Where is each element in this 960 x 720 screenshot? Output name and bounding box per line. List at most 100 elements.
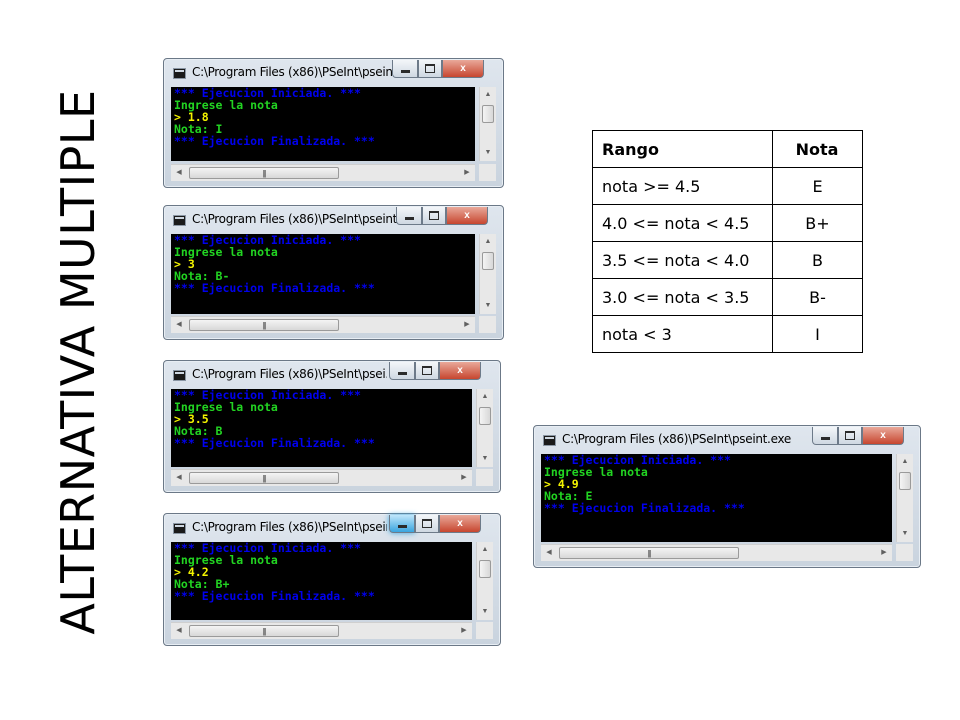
- minimize-button[interactable]: [392, 60, 418, 78]
- vertical-scrollbar[interactable]: ▲ ▼: [476, 542, 493, 620]
- close-icon: x: [457, 518, 463, 529]
- horizontal-scrollbar[interactable]: ◀ ||| ▶: [171, 622, 472, 639]
- scroll-thumb[interactable]: |||: [189, 319, 339, 331]
- console-app-icon: [173, 523, 186, 534]
- console-window-3[interactable]: C:\Program Files (x86)\PSeInt\psei... x …: [163, 360, 501, 493]
- minimize-button[interactable]: [389, 362, 415, 380]
- scroll-left-arrow-icon[interactable]: ◀: [541, 545, 557, 561]
- scroll-thumb[interactable]: [482, 252, 494, 270]
- close-button[interactable]: x: [439, 515, 481, 533]
- maximize-button[interactable]: [415, 362, 439, 380]
- minimize-icon: [397, 525, 407, 528]
- window-titlebar[interactable]: C:\Program Files (x86)\PSeInt\pseint.exe…: [164, 206, 503, 234]
- scroll-thumb[interactable]: [479, 407, 491, 425]
- scroll-up-arrow-icon[interactable]: ▲: [477, 389, 493, 405]
- close-button[interactable]: x: [862, 427, 904, 445]
- scroll-up-arrow-icon[interactable]: ▲: [477, 542, 493, 558]
- vertical-scrollbar[interactable]: ▲ ▼: [479, 234, 496, 314]
- maximize-button[interactable]: [422, 207, 446, 225]
- console-line: *** Ejecucion Finalizada. ***: [544, 501, 745, 515]
- maximize-icon: [845, 431, 855, 440]
- scroll-down-arrow-icon[interactable]: ▼: [480, 145, 496, 161]
- horizontal-scrollbar[interactable]: ◀ ||| ▶: [171, 164, 475, 181]
- console-output[interactable]: *** Ejecucion Iniciada. *** Ingrese la n…: [171, 542, 472, 620]
- console-line: *** Ejecucion Finalizada. ***: [174, 134, 375, 148]
- scroll-down-arrow-icon[interactable]: ▼: [477, 604, 493, 620]
- maximize-button[interactable]: [418, 60, 442, 78]
- scroll-thumb[interactable]: [899, 472, 911, 490]
- console-window-5[interactable]: C:\Program Files (x86)\PSeInt\pseint.exe…: [533, 425, 921, 568]
- console-window-1[interactable]: C:\Program Files (x86)\PSeInt\psein... x…: [163, 58, 504, 188]
- scroll-right-arrow-icon[interactable]: ▶: [876, 545, 892, 561]
- scroll-thumb[interactable]: |||: [189, 472, 339, 484]
- scroll-up-arrow-icon[interactable]: ▲: [897, 454, 913, 470]
- maximize-icon: [422, 366, 432, 375]
- minimize-button[interactable]: [812, 427, 838, 445]
- window-title: C:\Program Files (x86)\PSeInt\psein...: [192, 65, 392, 79]
- close-icon: x: [880, 430, 886, 441]
- scroll-up-arrow-icon[interactable]: ▲: [480, 234, 496, 250]
- window-titlebar[interactable]: C:\Program Files (x86)\PSeInt\psein... x: [164, 514, 500, 542]
- minimize-icon: [400, 70, 410, 73]
- console-output[interactable]: *** Ejecucion Iniciada. *** Ingrese la n…: [541, 454, 892, 542]
- console-output[interactable]: *** Ejecucion Iniciada. *** Ingrese la n…: [171, 389, 472, 467]
- window-title: C:\Program Files (x86)\PSeInt\pseint.exe: [562, 432, 791, 446]
- scroll-right-arrow-icon[interactable]: ▶: [459, 165, 475, 181]
- close-button[interactable]: x: [442, 60, 484, 78]
- resize-grip[interactable]: [896, 544, 913, 561]
- minimize-button[interactable]: [396, 207, 422, 225]
- horizontal-scrollbar[interactable]: ◀ ||| ▶: [171, 469, 472, 486]
- console-output[interactable]: *** Ejecucion Iniciada. *** Ingrese la n…: [171, 87, 475, 161]
- resize-grip[interactable]: [476, 622, 493, 639]
- console-line: Ingrese la nota: [174, 400, 278, 414]
- resize-grip[interactable]: [479, 164, 496, 181]
- scroll-thumb[interactable]: |||: [189, 625, 339, 637]
- resize-grip[interactable]: [476, 469, 493, 486]
- scroll-down-arrow-icon[interactable]: ▼: [480, 298, 496, 314]
- scroll-thumb[interactable]: |||: [189, 167, 339, 179]
- scroll-right-arrow-icon[interactable]: ▶: [456, 470, 472, 486]
- console-app-icon: [173, 68, 186, 79]
- horizontal-scrollbar[interactable]: ◀ ||| ▶: [541, 544, 892, 561]
- scroll-thumb[interactable]: [482, 105, 494, 123]
- page-title: ALTERNATIVA MULTIPLE: [51, 89, 105, 635]
- maximize-icon: [422, 519, 432, 528]
- close-button[interactable]: x: [446, 207, 488, 225]
- scroll-right-arrow-icon[interactable]: ▶: [459, 317, 475, 333]
- scroll-right-arrow-icon[interactable]: ▶: [456, 623, 472, 639]
- console-app-icon: [543, 435, 556, 446]
- scroll-left-arrow-icon[interactable]: ◀: [171, 623, 187, 639]
- minimize-button[interactable]: [389, 515, 415, 533]
- console-output[interactable]: *** Ejecucion Iniciada. *** Ingrese la n…: [171, 234, 475, 314]
- console-line: *** Ejecucion Finalizada. ***: [174, 281, 375, 295]
- table-row: 3.5 <= nota < 4.0 B: [592, 241, 863, 279]
- console-window-2[interactable]: C:\Program Files (x86)\PSeInt\pseint.exe…: [163, 205, 504, 340]
- vertical-scrollbar[interactable]: ▲ ▼: [479, 87, 496, 161]
- column-header-nota: Nota: [772, 130, 863, 168]
- vertical-scrollbar[interactable]: ▲ ▼: [896, 454, 913, 542]
- console-window-4[interactable]: C:\Program Files (x86)\PSeInt\psein... x…: [163, 513, 501, 646]
- scroll-up-arrow-icon[interactable]: ▲: [480, 87, 496, 103]
- scroll-left-arrow-icon[interactable]: ◀: [171, 317, 187, 333]
- console-app-icon: [173, 215, 186, 226]
- vertical-scrollbar[interactable]: ▲ ▼: [476, 389, 493, 467]
- minimize-icon: [404, 217, 414, 220]
- resize-grip[interactable]: [479, 316, 496, 333]
- scroll-left-arrow-icon[interactable]: ◀: [171, 165, 187, 181]
- close-button[interactable]: x: [439, 362, 481, 380]
- window-titlebar[interactable]: C:\Program Files (x86)\PSeInt\pseint.exe…: [534, 426, 920, 454]
- maximize-button[interactable]: [838, 427, 862, 445]
- maximize-button[interactable]: [415, 515, 439, 533]
- console-line: *** Ejecucion Finalizada. ***: [174, 436, 375, 450]
- rango-cell: nota < 3: [592, 315, 773, 353]
- scroll-down-arrow-icon[interactable]: ▼: [477, 451, 493, 467]
- close-icon: x: [457, 365, 463, 376]
- window-titlebar[interactable]: C:\Program Files (x86)\PSeInt\psei... x: [164, 361, 500, 389]
- scroll-thumb[interactable]: |||: [559, 547, 739, 559]
- console-line: Ingrese la nota: [544, 465, 648, 479]
- scroll-thumb[interactable]: [479, 560, 491, 578]
- window-titlebar[interactable]: C:\Program Files (x86)\PSeInt\psein... x: [164, 59, 503, 87]
- scroll-left-arrow-icon[interactable]: ◀: [171, 470, 187, 486]
- scroll-down-arrow-icon[interactable]: ▼: [897, 526, 913, 542]
- horizontal-scrollbar[interactable]: ◀ ||| ▶: [171, 316, 475, 333]
